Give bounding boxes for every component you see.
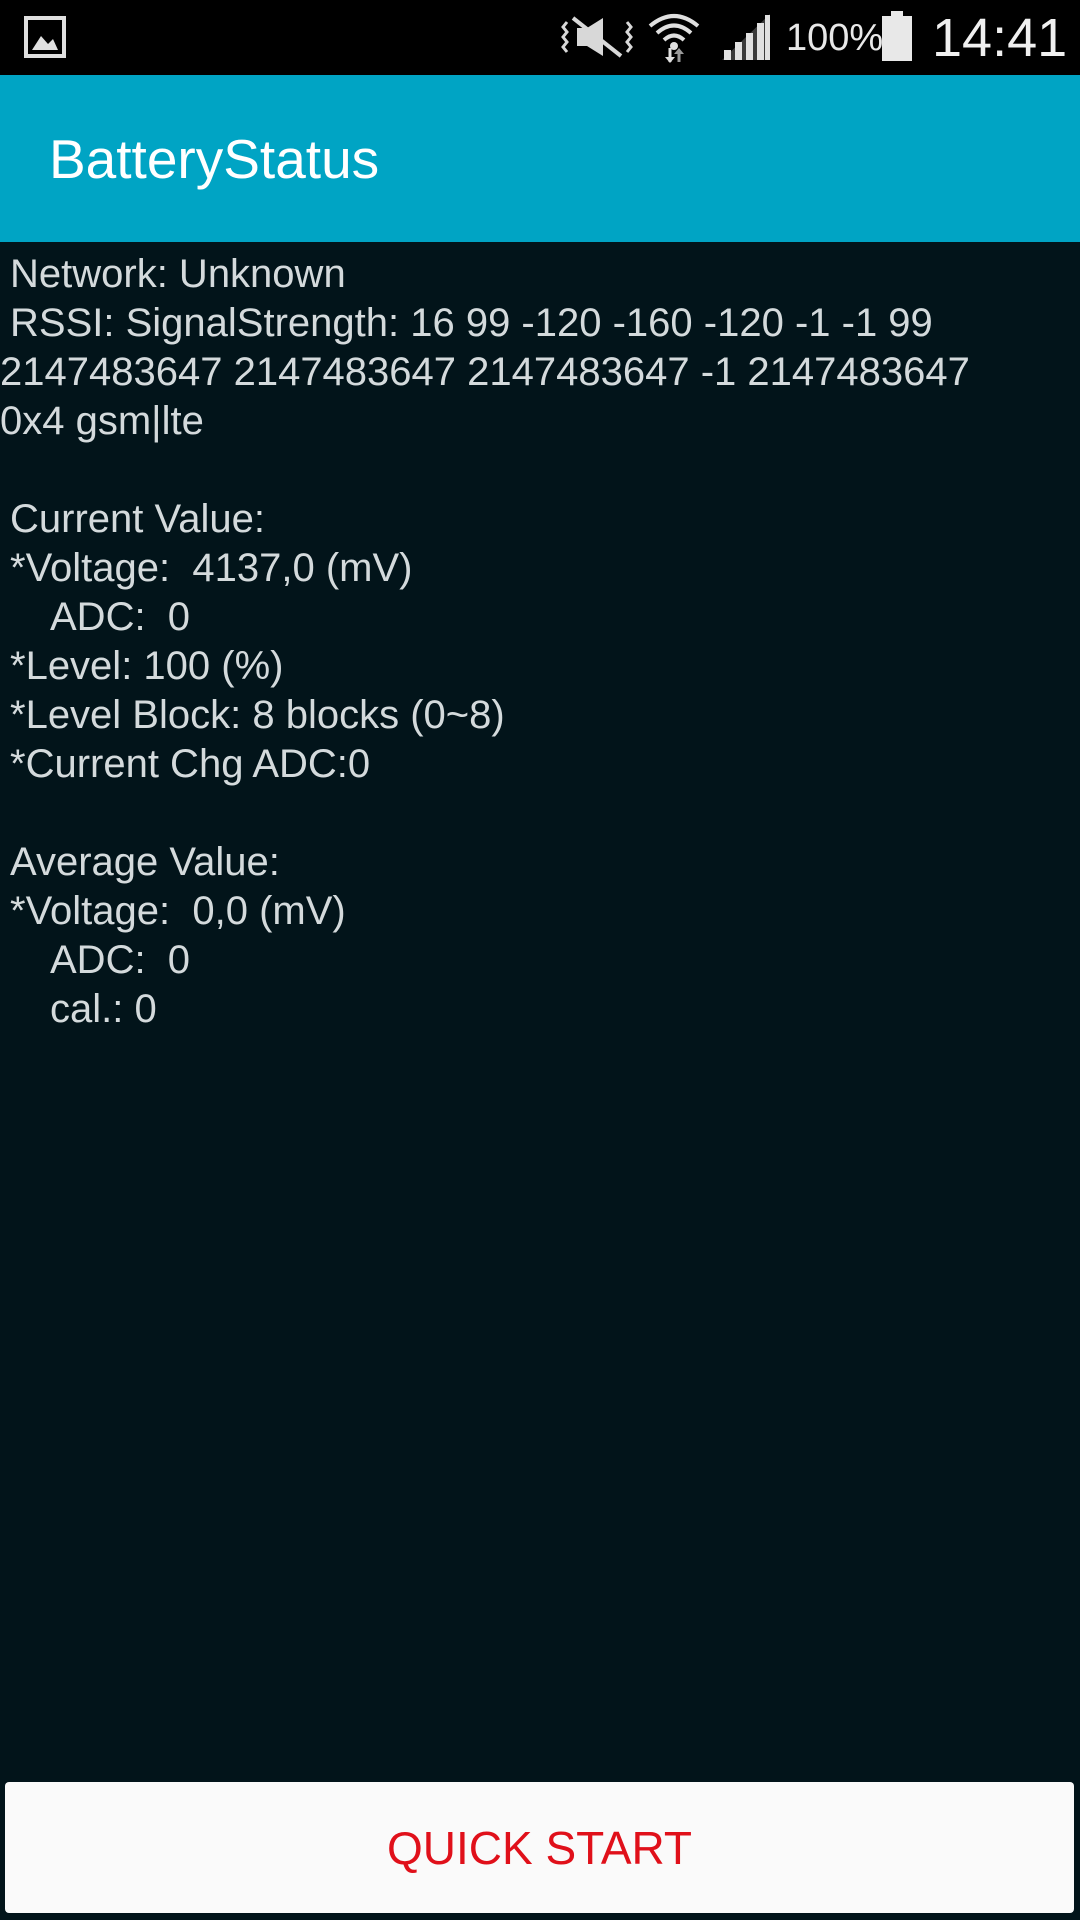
clock: 14:41	[932, 8, 1068, 68]
current-chg-adc: *Current Chg ADC:0	[10, 742, 371, 786]
rssi-line-3: 0x4 gsm|lte	[0, 399, 204, 443]
rssi-line: RSSI: SignalStrength: 16 99 -120 -160 -1…	[10, 301, 933, 345]
app-title: BatteryStatus	[49, 128, 380, 190]
current-adc: ADC: 0	[50, 595, 191, 639]
signal-icon	[722, 14, 770, 60]
battery-info: Network: Unknown RSSI: SignalStrength: 1…	[0, 250, 1080, 1034]
battery-icon	[882, 11, 912, 61]
mute-vibrate-icon	[561, 16, 633, 58]
network-line: Network: Unknown	[10, 252, 346, 296]
average-cal: cal.: 0	[50, 987, 157, 1031]
quick-start-button[interactable]: QUICK START	[5, 1782, 1074, 1913]
wifi-icon	[648, 14, 700, 63]
current-level-block: *Level Block: 8 blocks (0~8)	[10, 693, 505, 737]
current-value-header: Current Value:	[10, 497, 265, 541]
gallery-icon	[24, 16, 66, 58]
average-voltage: *Voltage: 0,0 (mV)	[10, 889, 346, 933]
average-adc: ADC: 0	[50, 938, 191, 982]
current-voltage: *Voltage: 4137,0 (mV)	[10, 546, 413, 590]
rssi-line-2: 2147483647 2147483647 2147483647 -1 2147…	[0, 350, 970, 394]
current-level: *Level: 100 (%)	[10, 644, 284, 688]
average-value-header: Average Value:	[10, 840, 280, 884]
app-bar: BatteryStatus	[0, 75, 1080, 242]
status-bar: 100% 14:41	[0, 0, 1080, 75]
screen: 100% 14:41 BatteryStatus Network: Unknow…	[0, 0, 1080, 1920]
battery-percent: 100%	[786, 17, 884, 59]
